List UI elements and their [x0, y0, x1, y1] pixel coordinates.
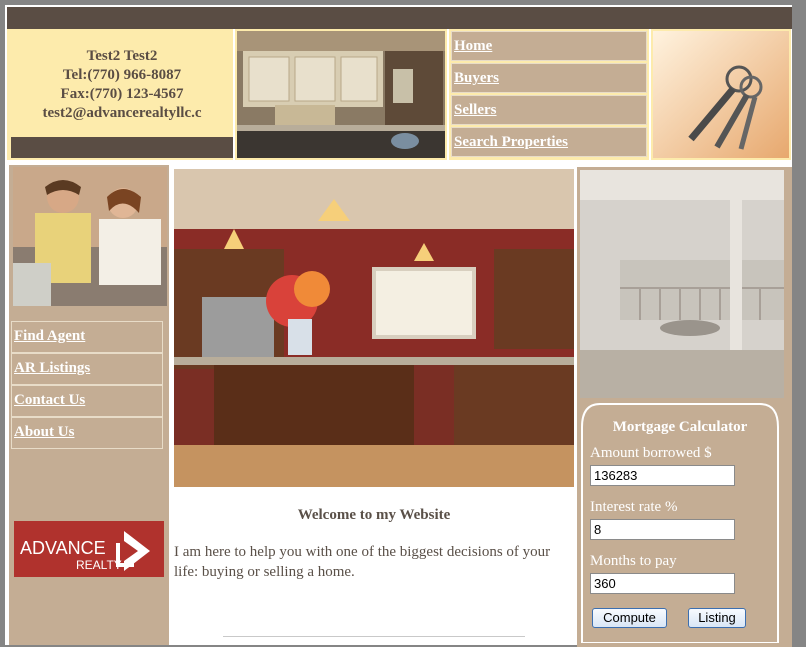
agent-tel: Tel:(770) 966-8087	[62, 67, 182, 83]
agents-image	[13, 167, 167, 306]
side-nav-find-agent[interactable]: Find Agent	[11, 321, 163, 353]
nav-item-buyers[interactable]: Buyers	[451, 63, 647, 93]
side-link-about-us[interactable]: About Us	[14, 424, 74, 441]
nav-link-search-properties[interactable]: Search Properties	[454, 134, 568, 151]
side-link-find-agent[interactable]: Find Agent	[14, 328, 85, 345]
months-input[interactable]	[590, 573, 735, 594]
keys-photo	[653, 31, 789, 158]
porch-image	[580, 170, 784, 398]
nav-link-home[interactable]: Home	[454, 38, 492, 55]
logo-graphic: ADVANCE REALTY	[14, 521, 164, 577]
welcome-heading: Welcome to my Website	[297, 507, 451, 523]
header-keys-image	[651, 29, 791, 160]
top-bar	[7, 7, 792, 29]
compute-button[interactable]: Compute	[592, 608, 667, 628]
side-nav-about-us[interactable]: About Us	[11, 417, 163, 449]
rate-label: Interest rate %	[590, 499, 678, 515]
amount-input[interactable]	[590, 465, 735, 486]
agent-name: Test2 Test2	[86, 48, 158, 64]
rate-input[interactable]	[590, 519, 735, 540]
advance-realty-logo: ADVANCE REALTY	[14, 521, 164, 577]
side-link-contact-us[interactable]: Contact Us	[14, 392, 85, 409]
nav-item-home[interactable]: Home	[451, 31, 647, 61]
logo-text-sub: REALTY	[76, 558, 122, 572]
kitchen-photo-large	[174, 169, 574, 487]
side-link-ar-listings[interactable]: AR Listings	[14, 360, 90, 377]
side-nav-ar-listings[interactable]: AR Listings	[11, 353, 163, 385]
mortgage-calculator: Mortgage Calculator Amount borrowed $ In…	[580, 403, 784, 643]
logo-text-main: ADVANCE	[20, 538, 106, 558]
agent-email[interactable]: test2@advancerealtyllc.c	[11, 104, 233, 123]
nav-link-buyers[interactable]: Buyers	[454, 70, 499, 87]
divider	[223, 636, 525, 637]
main-kitchen-photo	[174, 169, 574, 487]
agents-photo	[13, 167, 167, 306]
contact-bar	[11, 137, 233, 158]
nav-item-search-properties[interactable]: Search Properties	[451, 127, 647, 157]
listing-button[interactable]: Listing	[688, 608, 746, 628]
calculator-title: Mortgage Calculator	[612, 419, 748, 435]
nav-item-sellers[interactable]: Sellers	[451, 95, 647, 125]
nav-link-sellers[interactable]: Sellers	[454, 102, 497, 119]
porch-photo	[580, 170, 784, 398]
months-label: Months to pay	[590, 553, 677, 569]
agent-fax: Fax:(770) 123-4567	[60, 86, 184, 102]
amount-label: Amount borrowed $	[590, 445, 712, 461]
header-kitchen-image	[235, 29, 447, 160]
side-nav-contact-us[interactable]: Contact Us	[11, 385, 163, 417]
intro-text: I am here to help you with one of the bi…	[174, 544, 551, 580]
contact-info: Test2 Test2 Tel:(770) 966-8087 Fax:(770)…	[11, 33, 233, 143]
kitchen-photo-small	[237, 31, 445, 158]
top-navigation: Home Buyers Sellers Search Properties	[449, 29, 649, 160]
contact-box: Test2 Test2 Tel:(770) 966-8087 Fax:(770)…	[7, 29, 233, 160]
